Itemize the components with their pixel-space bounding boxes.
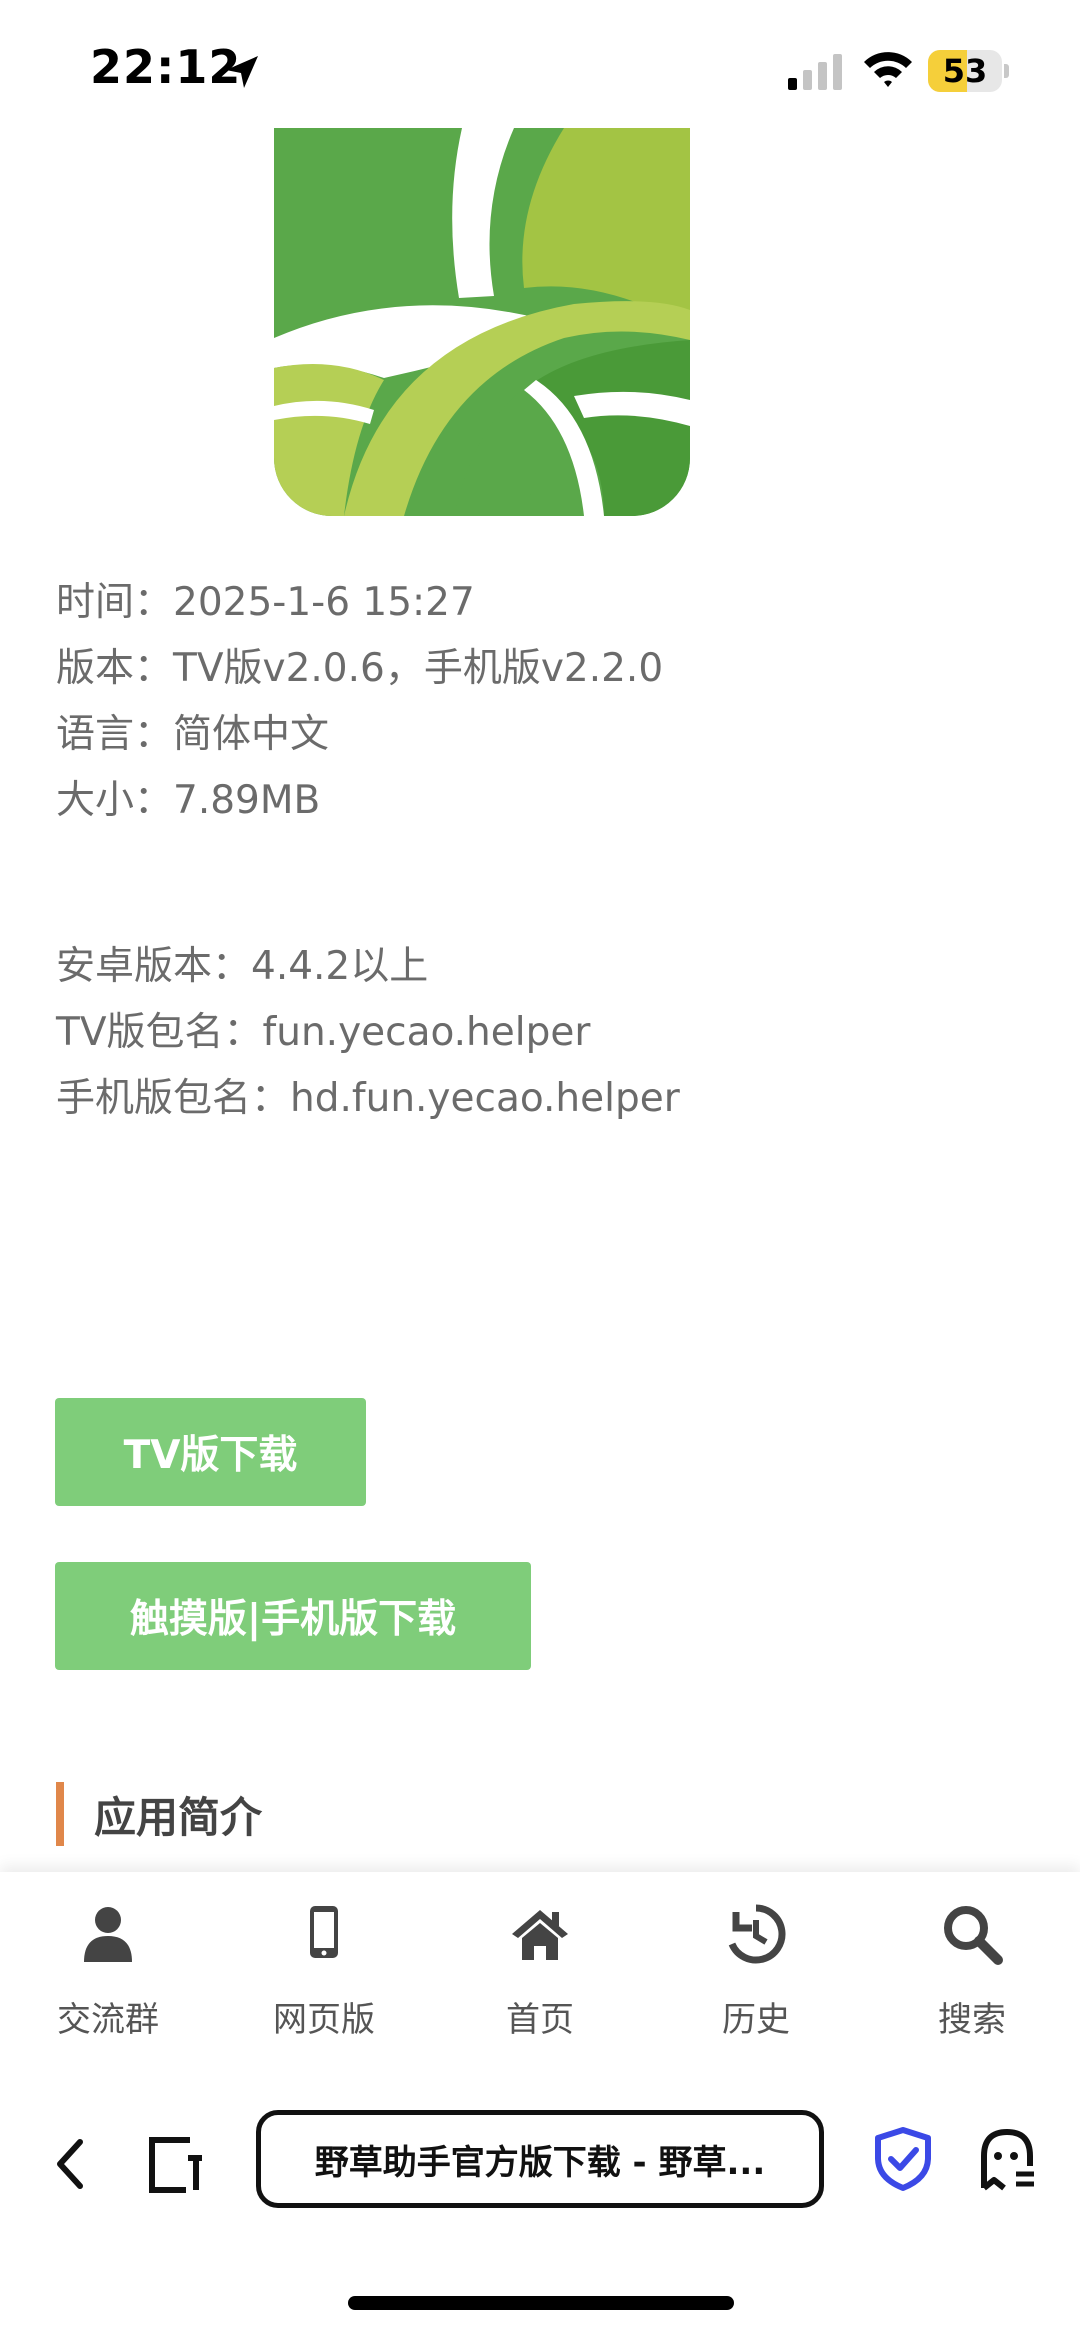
cellular-signal-icon xyxy=(788,54,842,90)
section-title: 应用简介 xyxy=(94,1792,263,1842)
location-arrow-icon xyxy=(226,56,258,88)
ghost-privacy-icon[interactable] xyxy=(978,2126,1036,2192)
tabs-icon[interactable] xyxy=(146,2134,208,2196)
page: 22:12 53 时间：2025-1-6 15:27 版本：TV版v2.0.6，… xyxy=(0,0,1080,2337)
section-heading: 应用简介 xyxy=(56,1782,262,1846)
battery-cap xyxy=(1004,64,1009,78)
site-bottom-nav: 交流群 网页版 首页 历史 搜索 xyxy=(0,1872,1080,2072)
shield-check-icon[interactable] xyxy=(872,2126,934,2192)
nav-label-group: 交流群 xyxy=(57,2000,159,2040)
nav-label-home: 首页 xyxy=(506,2000,574,2040)
home-indicator[interactable] xyxy=(348,2296,734,2310)
tv-download-button[interactable]: TV版下载 xyxy=(55,1398,366,1506)
status-time: 22:12 xyxy=(90,40,242,94)
nav-item-search[interactable]: 搜索 xyxy=(864,1872,1080,2072)
section-accent-bar xyxy=(56,1782,64,1846)
history-icon xyxy=(728,1904,786,1964)
nav-item-history[interactable]: 历史 xyxy=(648,1872,864,2072)
nav-item-group[interactable]: 交流群 xyxy=(0,1872,216,2072)
battery-icon: 53 xyxy=(928,50,1009,92)
android-version-text: 安卓版本：4.4.2以上 xyxy=(56,944,429,989)
nav-label-history: 历史 xyxy=(722,2000,790,2040)
mobile-download-button[interactable]: 触摸版|手机版下载 xyxy=(55,1562,531,1670)
nav-label-web: 网页版 xyxy=(273,2000,375,2040)
tv-package-text: TV版包名：fun.yecao.helper xyxy=(56,1010,591,1055)
mobile-phone-icon xyxy=(310,1906,338,1958)
release-time-text: 时间：2025-1-6 15:27 xyxy=(56,580,475,625)
nav-label-search: 搜索 xyxy=(938,2000,1006,2040)
back-arrow-icon[interactable] xyxy=(48,2132,92,2196)
wifi-icon xyxy=(864,52,912,87)
battery-body: 53 xyxy=(928,50,1002,92)
home-icon xyxy=(512,1910,568,1960)
nav-item-home[interactable]: 首页 xyxy=(432,1872,648,2072)
nav-item-web[interactable]: 网页版 xyxy=(216,1872,432,2072)
app-logo xyxy=(274,128,690,516)
mobile-package-text: 手机版包名：hd.fun.yecao.helper xyxy=(56,1076,680,1121)
url-bar[interactable]: 野草助手官方版下载 - 野草... xyxy=(256,2110,824,2208)
status-bar: 22:12 53 xyxy=(0,0,1080,130)
user-icon xyxy=(84,1907,132,1962)
size-text: 大小：7.89MB xyxy=(56,778,321,823)
version-text: 版本：TV版v2.0.6，手机版v2.2.0 xyxy=(56,646,664,691)
language-text: 语言：简体中文 xyxy=(56,712,330,757)
search-icon xyxy=(944,1906,1003,1965)
app-info-packages: 安卓版本：4.4.2以上 TV版包名：fun.yecao.helper 手机版包… xyxy=(56,934,680,1132)
app-info-basic: 时间：2025-1-6 15:27 版本：TV版v2.0.6，手机版v2.2.0… xyxy=(56,570,663,834)
battery-level: 53 xyxy=(942,52,988,90)
